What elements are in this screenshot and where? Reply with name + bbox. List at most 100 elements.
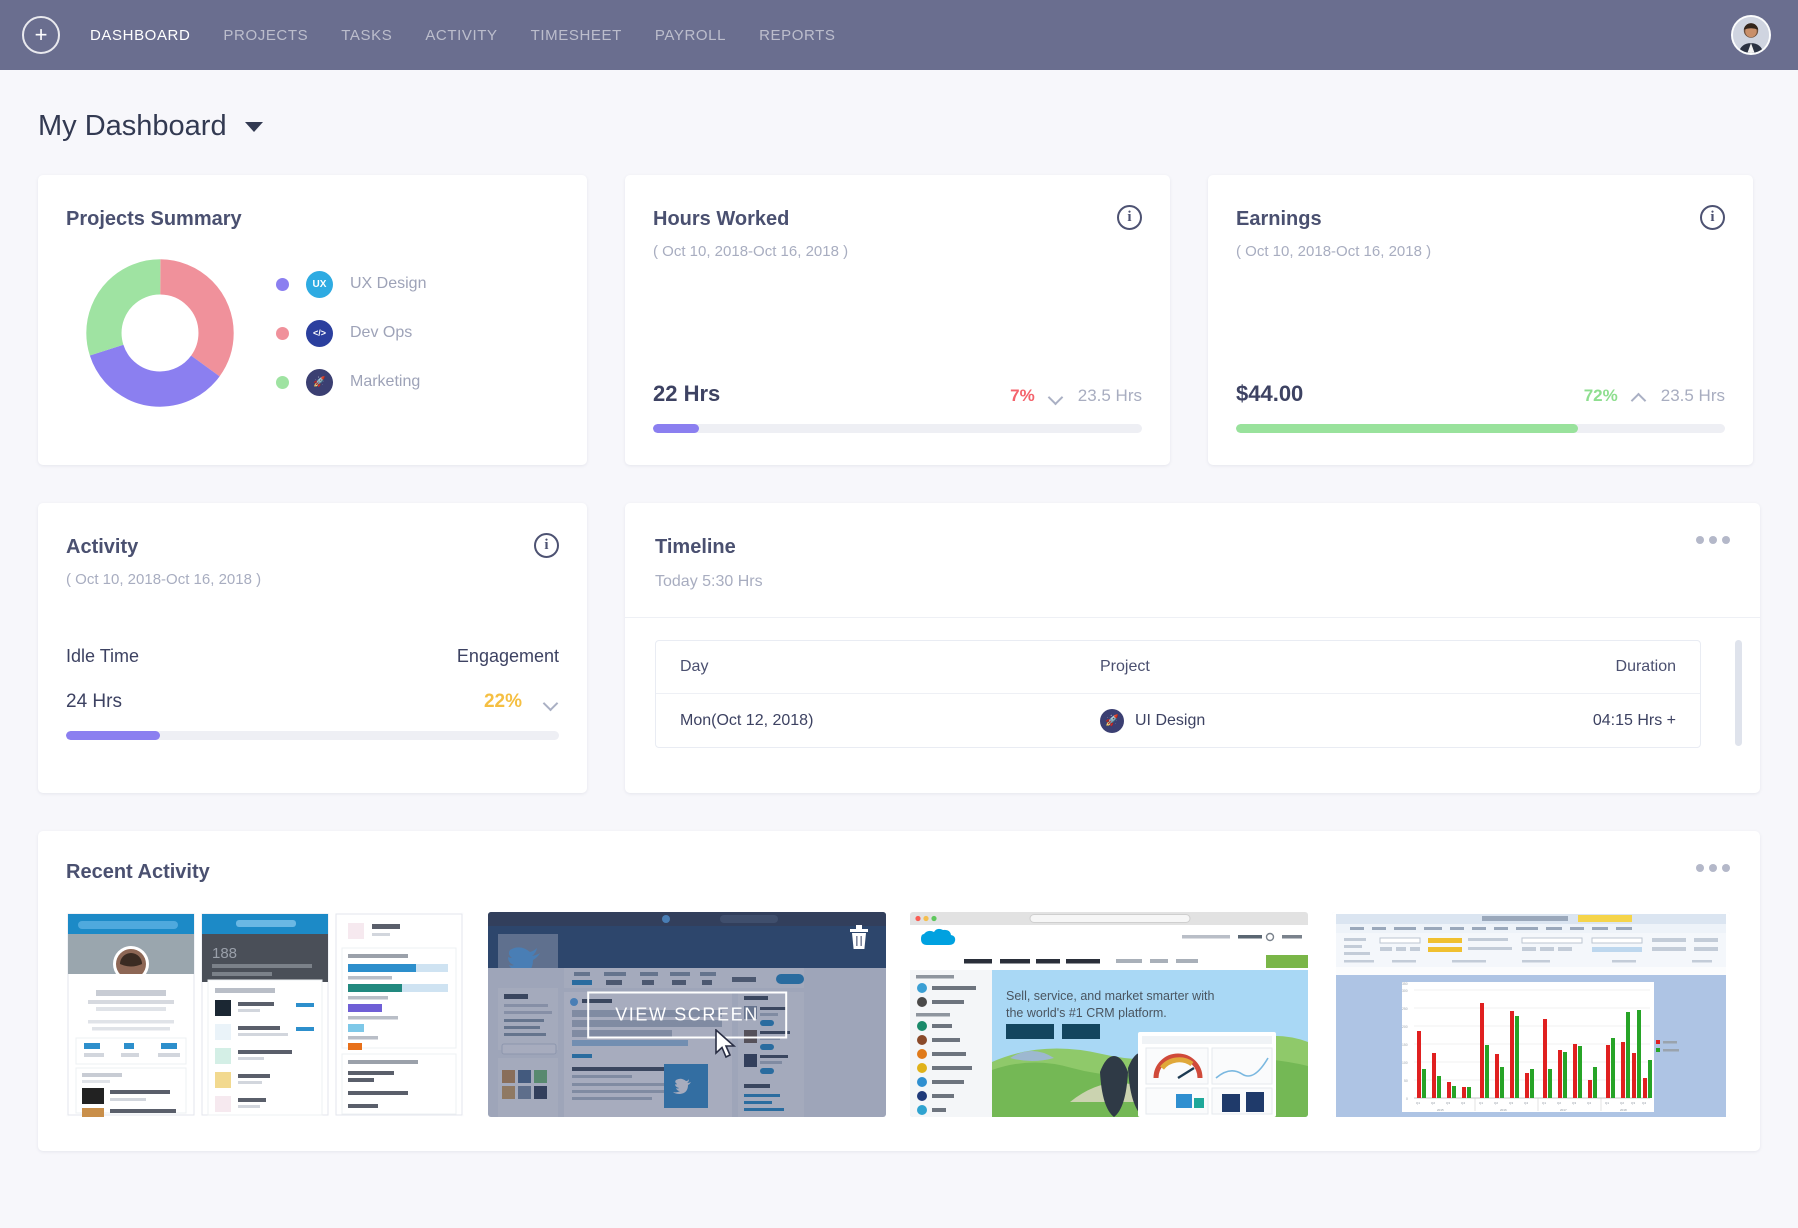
legend-dot-icon: [276, 278, 289, 291]
activity-progress-bar: [66, 731, 559, 740]
thumbnail-excel-bar-chart[interactable]: 050100 150200250 300350: [1332, 912, 1730, 1117]
svg-text:Q4: Q4: [1461, 1101, 1465, 1105]
svg-text:200: 200: [1402, 1025, 1408, 1029]
svg-text:Q1: Q1: [1542, 1101, 1546, 1105]
info-icon[interactable]: i: [1117, 205, 1142, 230]
dot: [1709, 864, 1717, 872]
svg-text:150: 150: [1402, 1043, 1408, 1047]
info-icon[interactable]: i: [534, 533, 559, 558]
cell-project: 🚀 UI Design: [1100, 709, 1526, 733]
earnings-value: $44.00: [1236, 381, 1303, 407]
chevron-down-icon[interactable]: [544, 698, 559, 707]
svg-text:100: 100: [1402, 1061, 1408, 1065]
ux-badge-icon: UX: [306, 271, 333, 298]
svg-text:2015: 2015: [1437, 1108, 1444, 1112]
dot: [1696, 864, 1704, 872]
engagement-label: Engagement: [457, 646, 559, 667]
legend-label-dev-ops: Dev Ops: [350, 324, 412, 342]
hours-worked-stats: 22 Hrs 7% 23.5 Hrs: [653, 381, 1142, 433]
nav-item-timesheet[interactable]: TIMESHEET: [531, 27, 622, 44]
hours-worked-value: 22 Hrs: [653, 381, 720, 407]
activity-card: Activity ( Oct 10, 2018-Oct 16, 2018 ) i…: [38, 503, 587, 793]
legend-item-marketing[interactable]: 🚀 Marketing: [276, 369, 426, 396]
timeline-body: Day Project Duration Mon(Oct 12, 2018) 🚀…: [625, 618, 1760, 748]
earnings-date-range: ( Oct 10, 2018-Oct 16, 2018 ): [1236, 243, 1725, 260]
chevron-down-icon[interactable]: [1049, 392, 1064, 401]
nav-item-projects[interactable]: PROJECTS: [223, 27, 308, 44]
legend-item-dev-ops[interactable]: </> Dev Ops: [276, 320, 426, 347]
page-body: My Dashboard Projects Summary UX: [0, 70, 1798, 1151]
earnings-progress-bar: [1236, 424, 1725, 433]
timeline-header: Timeline Today 5:30 Hrs: [625, 503, 1760, 618]
nav-items: DASHBOARD PROJECTS TASKS ACTIVITY TIMESH…: [90, 27, 836, 44]
info-icon[interactable]: i: [1700, 205, 1725, 230]
svg-text:Sell, service, and market smar: Sell, service, and market smarter with: [1006, 989, 1214, 1003]
earnings-card: Earnings ( Oct 10, 2018-Oct 16, 2018 ) i…: [1208, 175, 1753, 465]
activity-progress-fill: [66, 731, 160, 740]
legend-item-ux-design[interactable]: UX UX Design: [276, 271, 426, 298]
hours-worked-progress-fill: [653, 424, 699, 433]
trash-icon[interactable]: [848, 924, 870, 950]
hours-worked-percent: 7%: [1010, 386, 1035, 406]
svg-text:Q1: Q1: [1605, 1101, 1609, 1105]
svg-text:0: 0: [1406, 1097, 1408, 1101]
table-row[interactable]: Mon(Oct 12, 2018) 🚀 UI Design 04:15 Hrs …: [656, 694, 1700, 747]
svg-text:Q2: Q2: [1494, 1101, 1498, 1105]
earnings-right: 72% 23.5 Hrs: [1584, 386, 1725, 406]
dashboard-title-row: My Dashboard: [38, 70, 1760, 175]
column-header-project: Project: [1100, 658, 1526, 676]
earnings-progress-fill: [1236, 424, 1578, 433]
svg-text:188: 188: [212, 945, 237, 962]
nav-item-activity[interactable]: ACTIVITY: [425, 27, 497, 44]
salesforce-screenshot-image: Sell, service, and market smarter with t…: [910, 912, 1308, 1117]
svg-text:300: 300: [1402, 989, 1408, 993]
svg-text:350: 350: [1402, 982, 1408, 986]
excel-screenshot-image: 050100 150200250 300350: [1332, 912, 1730, 1117]
timeline-title: Timeline: [655, 536, 1730, 559]
svg-text:Q3: Q3: [1572, 1101, 1576, 1105]
nav-item-payroll[interactable]: PAYROLL: [655, 27, 726, 44]
dot: [1709, 536, 1717, 544]
cell-day: Mon(Oct 12, 2018): [680, 712, 1100, 730]
svg-text:Q3: Q3: [1446, 1101, 1450, 1105]
avatar-photo: [1733, 17, 1769, 53]
view-screen-button[interactable]: VIEW SCREEN: [587, 991, 787, 1038]
chevron-up-icon[interactable]: [1632, 392, 1647, 401]
timeline-subtitle: Today 5:30 Hrs: [655, 573, 1730, 591]
add-button[interactable]: +: [22, 16, 60, 54]
chevron-down-icon[interactable]: [245, 122, 263, 132]
thumbnail-twitter-profile-screen[interactable]: VIEW SCREEN: [488, 912, 886, 1117]
cell-project-label: UI Design: [1135, 712, 1205, 730]
svg-text:Q4: Q4: [1524, 1101, 1528, 1105]
donut-slice-marketing: [104, 277, 216, 389]
svg-text:Q2: Q2: [1620, 1101, 1624, 1105]
cards-row-1: Projects Summary UX UX Design: [38, 175, 1760, 465]
projects-summary-card: Projects Summary UX UX Design: [38, 175, 587, 465]
svg-text:Q2: Q2: [1557, 1101, 1561, 1105]
earnings-title: Earnings: [1236, 208, 1725, 231]
nav-item-dashboard[interactable]: DASHBOARD: [90, 27, 190, 44]
rocket-badge-icon: 🚀: [306, 369, 333, 396]
timeline-scrollbar[interactable]: [1735, 640, 1742, 746]
svg-text:Q4: Q4: [1642, 1101, 1646, 1105]
cursor-arrow-icon: [714, 1029, 738, 1059]
nav-item-reports[interactable]: REPORTS: [759, 27, 835, 44]
recent-activity-card: Recent Activity: [38, 831, 1760, 1151]
legend-dot-icon: [276, 376, 289, 389]
ellipsis-icon[interactable]: [1696, 536, 1730, 544]
ellipsis-icon[interactable]: [1696, 864, 1730, 872]
thumbnail-linkedin-mobile-screens[interactable]: 188: [66, 912, 464, 1117]
donut-svg: [86, 259, 234, 407]
thumbnail-salesforce-homepage[interactable]: Sell, service, and market smarter with t…: [910, 912, 1308, 1117]
idle-time-value: 24 Hrs: [66, 691, 122, 713]
recent-activity-title: Recent Activity: [66, 861, 1732, 884]
svg-text:Q3: Q3: [1509, 1101, 1513, 1105]
hours-worked-progress-bar: [653, 424, 1142, 433]
timeline-table-header: Day Project Duration: [656, 641, 1700, 694]
code-badge-icon: </>: [306, 320, 333, 347]
nav-item-tasks[interactable]: TASKS: [341, 27, 392, 44]
projects-donut-chart: [86, 259, 234, 407]
user-avatar[interactable]: [1731, 15, 1771, 55]
dot: [1696, 536, 1704, 544]
earnings-stat-line: $44.00 72% 23.5 Hrs: [1236, 381, 1725, 407]
